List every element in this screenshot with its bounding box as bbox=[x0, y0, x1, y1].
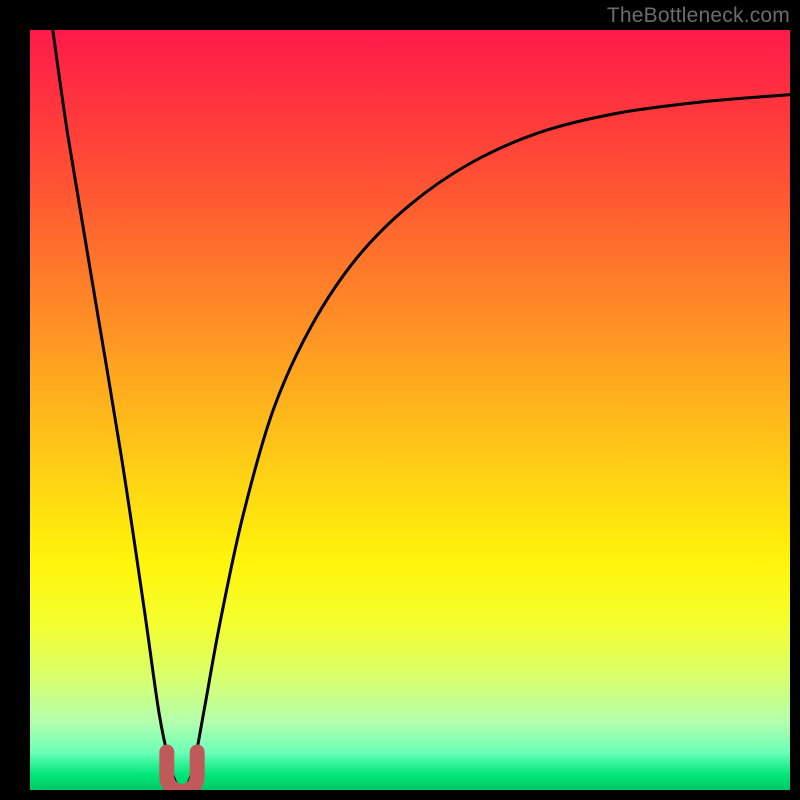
optimal-marker bbox=[167, 752, 197, 790]
chart-svg bbox=[30, 30, 790, 790]
chart-plot-area bbox=[30, 30, 790, 790]
watermark-text: TheBottleneck.com bbox=[607, 4, 790, 28]
chart-frame: TheBottleneck.com bbox=[0, 0, 800, 800]
bottleneck-curve bbox=[53, 30, 790, 789]
